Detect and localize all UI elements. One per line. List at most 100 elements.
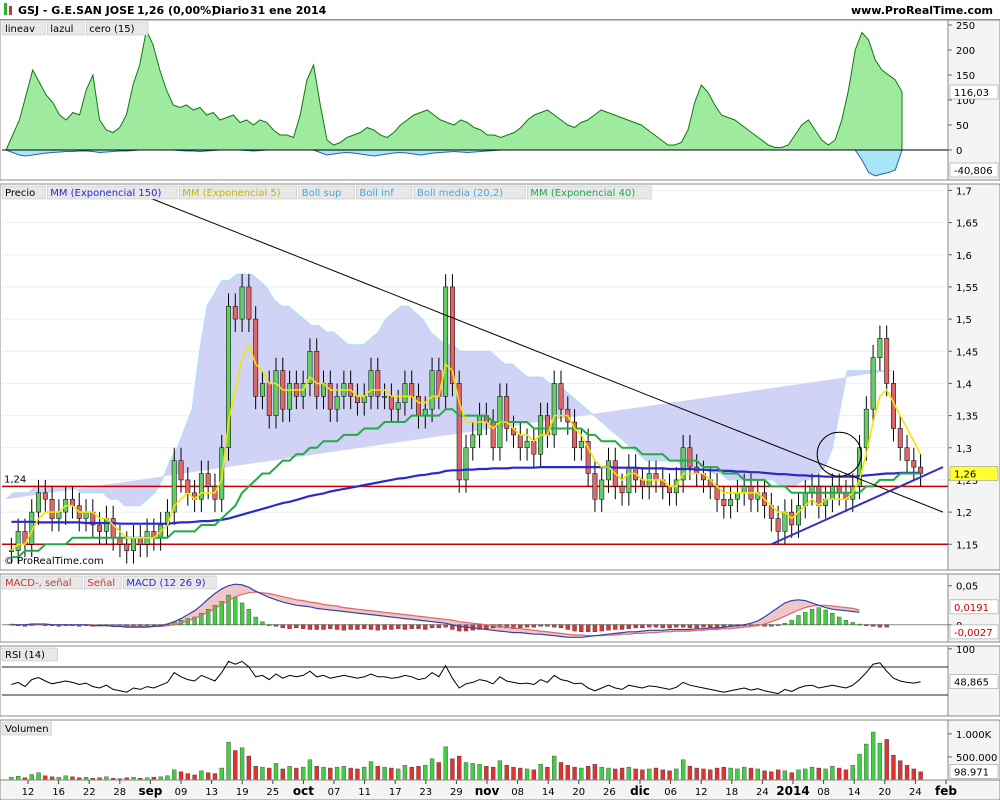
volume-bar <box>368 761 374 781</box>
x-tick-label: 11 <box>358 787 371 798</box>
volume-bar <box>199 770 204 781</box>
last-value-label: -40,806 <box>954 166 993 177</box>
volume-bar <box>633 768 638 781</box>
axis-tick-label: 1,4 <box>956 379 972 390</box>
macd-histogram-bar <box>674 624 679 628</box>
macd-histogram-bar <box>301 624 306 629</box>
support-level-label: 1,24 <box>4 474 26 485</box>
volume-bar <box>830 766 835 781</box>
macd-histogram-bar <box>375 624 380 631</box>
macd-histogram-bar <box>246 609 252 625</box>
macd-histogram-bar <box>823 609 828 625</box>
volume-bar <box>531 769 537 781</box>
volume-bar <box>172 769 177 781</box>
macd-histogram-bar <box>585 624 591 632</box>
volume-bar <box>287 766 292 781</box>
svg-text:MACD-, señal: MACD-, señal <box>5 578 72 589</box>
volume-bar <box>402 765 408 781</box>
legend-item: MACD (12 26 9) <box>123 575 217 590</box>
legend-item: Precio <box>1 185 46 200</box>
volume-bar <box>301 766 306 781</box>
watermark: © ProRealTime.com <box>4 556 104 567</box>
chart-date: 31 ene 2014 <box>250 4 327 17</box>
axis-tick-label: 0,05 <box>956 582 978 593</box>
volume-bar <box>667 770 672 781</box>
volume-bar <box>436 762 442 781</box>
macd-histogram-bar <box>524 624 530 628</box>
volume-bar <box>721 766 726 781</box>
macd-histogram-bar <box>687 624 693 629</box>
volume-bar <box>552 755 557 781</box>
volume-bar <box>626 766 631 781</box>
site-link[interactable]: www.ProRealTime.com <box>851 4 993 17</box>
volume-bar <box>599 766 604 781</box>
macd-histogram-bar <box>579 624 584 632</box>
macd-histogram-bar <box>789 619 794 625</box>
legend-item: RSI (14) <box>1 647 58 662</box>
axis-tick-label: 50 <box>956 121 969 132</box>
volume-bar <box>389 767 394 781</box>
macd-histogram-bar <box>599 624 604 632</box>
volume-bar <box>253 766 258 781</box>
x-tick-label: 08 <box>511 787 524 798</box>
volume-bar <box>395 768 401 781</box>
macd-histogram-bar <box>443 624 448 628</box>
legend-item: MM (Exponencial 40) <box>527 185 652 200</box>
volume-bar <box>803 768 808 781</box>
x-tick-label: 18 <box>725 787 738 798</box>
macd-histogram-bar <box>382 624 387 630</box>
axis-tick-label: 1,2 <box>956 508 972 519</box>
volume-bar <box>362 766 367 781</box>
axis-tick-label: 200 <box>956 46 975 57</box>
volume-bar <box>307 759 313 781</box>
x-tick-label: 19 <box>236 787 249 798</box>
macd-histogram-bar <box>701 624 706 628</box>
x-tick-label: 26 <box>603 787 616 798</box>
volume-bar <box>212 773 218 781</box>
volume-bar <box>653 767 659 781</box>
legend-item: Boll sup <box>298 185 355 200</box>
volume-bar <box>619 767 625 781</box>
axis-tick-label: 1,5 <box>956 315 972 326</box>
x-tick-label: oct <box>293 784 314 798</box>
volume-bar <box>280 768 285 781</box>
volume-bar <box>857 754 862 781</box>
volume-bar <box>891 754 896 781</box>
macd-histogram-bar <box>334 624 340 630</box>
volume-bar <box>647 768 652 781</box>
x-tick-label: 09 <box>175 787 188 798</box>
macd-histogram-bar <box>803 612 808 625</box>
macd-histogram-bar <box>253 616 258 625</box>
volume-bar <box>545 766 550 781</box>
svg-text:lineav: lineav <box>5 24 35 35</box>
volume-bar <box>809 766 815 781</box>
volume-bar <box>837 767 842 781</box>
axis-tick-label: 1,6 <box>956 251 972 262</box>
chart-window: GSJ - G.E.SAN JOSE 1,26 (0,00%) Diario 3… <box>0 0 1000 801</box>
x-tick-label: 25 <box>266 787 279 798</box>
x-tick-label: sep <box>138 784 162 798</box>
macd-histogram-bar <box>592 624 598 632</box>
axis-tick-label: 1,35 <box>956 412 978 423</box>
macd-histogram-bar <box>721 624 726 627</box>
macd-histogram-bar <box>667 624 672 629</box>
volume-bar <box>606 767 611 781</box>
legend-item: Volumen <box>1 721 52 736</box>
macd-histogram-bar <box>328 624 333 629</box>
svg-text:Boll sup: Boll sup <box>302 188 342 199</box>
volume-bar <box>334 766 340 781</box>
volume-bar <box>870 731 876 781</box>
macd-histogram-bar <box>362 624 367 629</box>
volume-bar <box>63 775 68 781</box>
x-tick-label: 06 <box>664 787 677 798</box>
macd-histogram-bar <box>694 624 699 629</box>
candle <box>443 274 449 410</box>
macd-histogram-bar <box>565 624 570 630</box>
volume-bar <box>884 739 889 781</box>
volume-bar <box>16 776 21 781</box>
x-tick-label: 2014 <box>776 784 809 798</box>
axis-tick-label: 1,55 <box>956 283 978 294</box>
volume-bar <box>233 750 238 781</box>
macd-histogram-bar <box>267 624 272 626</box>
volume-bar <box>572 766 577 781</box>
